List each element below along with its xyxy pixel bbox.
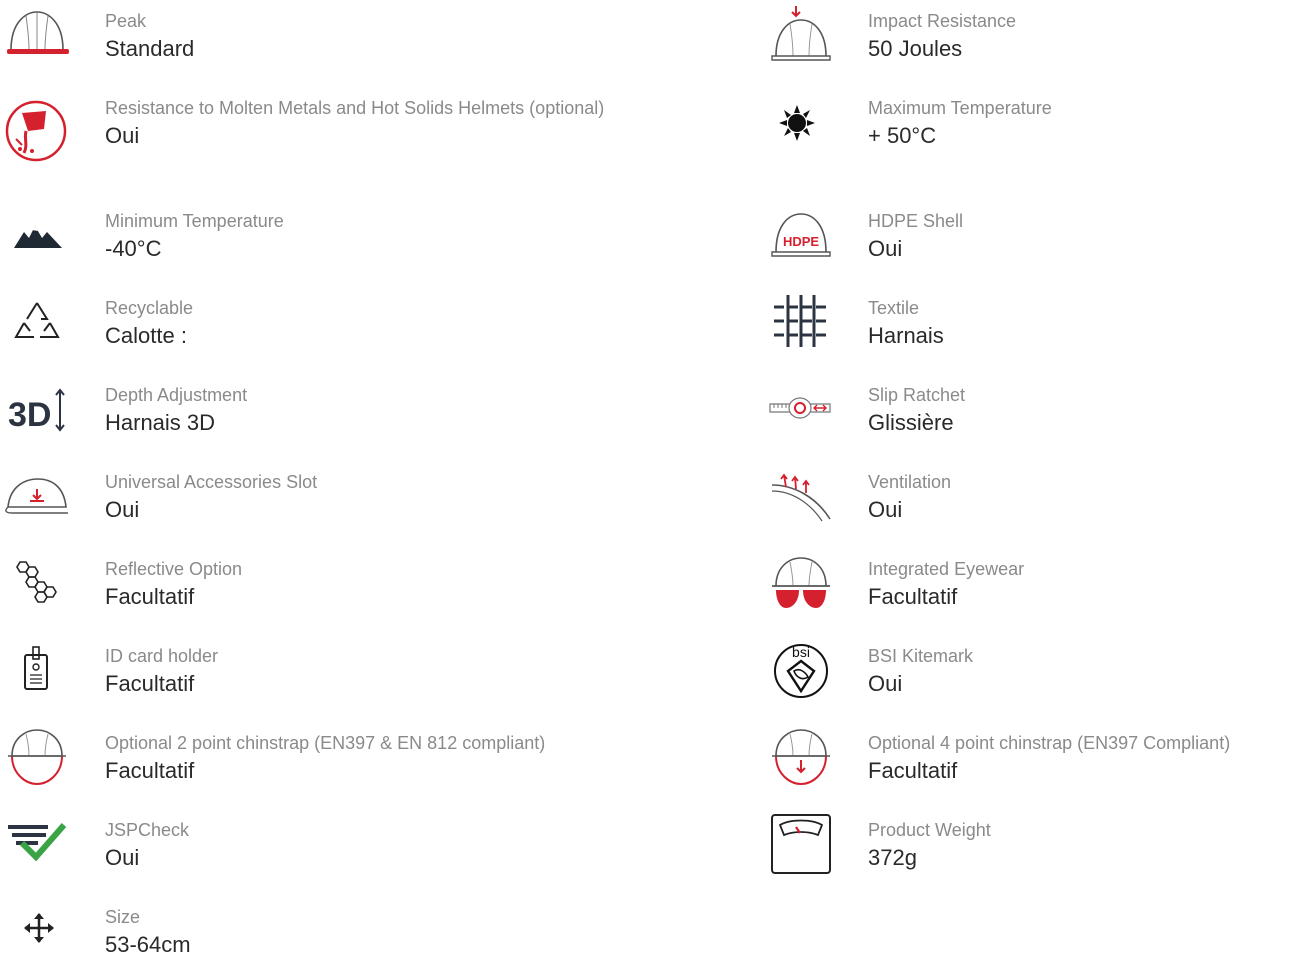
feature-label: Product Weight <box>868 820 991 840</box>
feature-label: Ventilation <box>868 472 952 492</box>
feature-size: Size 53-64cm <box>0 896 700 957</box>
weight-scale-icon <box>766 811 836 877</box>
impact-helmet-icon <box>766 2 836 68</box>
feature-slip-ratchet: Slip Ratchet Glissière <box>0 374 1312 454</box>
feature-label: Textile <box>868 298 920 318</box>
feature-integrated-eyewear: Integrated Eyewear Facultatif <box>0 548 1312 628</box>
feature-product-weight: Product Weight 372g <box>0 809 1312 889</box>
ventilation-icon <box>766 469 836 523</box>
feature-label: Size <box>105 907 141 927</box>
feature-4pt-chinstrap: Optional 4 point chinstrap (EN397 Compli… <box>0 722 1312 802</box>
move-arrows-icon <box>2 908 72 948</box>
feature-ventilation: Ventilation Oui <box>0 461 1312 541</box>
feature-value: Facultatif <box>868 758 958 783</box>
feature-label: BSI Kitemark <box>868 646 974 666</box>
hdpe-helmet-icon: HDPE <box>766 204 836 264</box>
feature-label: HDPE Shell <box>868 211 964 231</box>
eyewear-helmet-icon <box>766 552 836 616</box>
feature-label: Maximum Temperature <box>868 98 1052 118</box>
feature-impact-resistance: Impact Resistance 50 Joules <box>0 0 1312 80</box>
feature-bsi-kitemark: bsi BSI Kitemark Oui <box>0 635 1312 715</box>
feature-value: Harnais <box>868 323 944 348</box>
slip-ratchet-icon <box>766 390 836 424</box>
textile-icon <box>766 291 836 351</box>
feature-value: Oui <box>868 236 903 261</box>
feature-hdpe-shell: HDPE HDPE Shell Oui <box>0 200 1312 280</box>
hdpe-badge: HDPE <box>783 234 819 249</box>
feature-value: Oui <box>868 497 903 522</box>
feature-maximum-temperature: Maximum Temperature + 50°C <box>0 87 1312 182</box>
chinstrap-4pt-icon <box>766 726 836 788</box>
feature-label: Impact Resistance <box>868 11 1017 31</box>
feature-value: 372g <box>868 845 917 870</box>
sun-icon <box>766 97 836 147</box>
feature-value: 50 Joules <box>868 36 963 61</box>
feature-label: Slip Ratchet <box>868 385 966 405</box>
feature-value: Glissière <box>868 410 954 435</box>
bsi-kitemark-icon: bsi <box>766 637 836 703</box>
feature-value: Oui <box>868 671 903 696</box>
feature-label: Optional 4 point chinstrap (EN397 Compli… <box>868 733 1231 753</box>
bsi-badge: bsi <box>792 644 810 660</box>
feature-value: 53-64cm <box>105 932 191 957</box>
feature-value: + 50°C <box>868 123 937 148</box>
feature-label: Integrated Eyewear <box>868 559 1025 579</box>
feature-textile: Textile Harnais <box>0 287 1312 367</box>
feature-value: Facultatif <box>868 584 958 609</box>
